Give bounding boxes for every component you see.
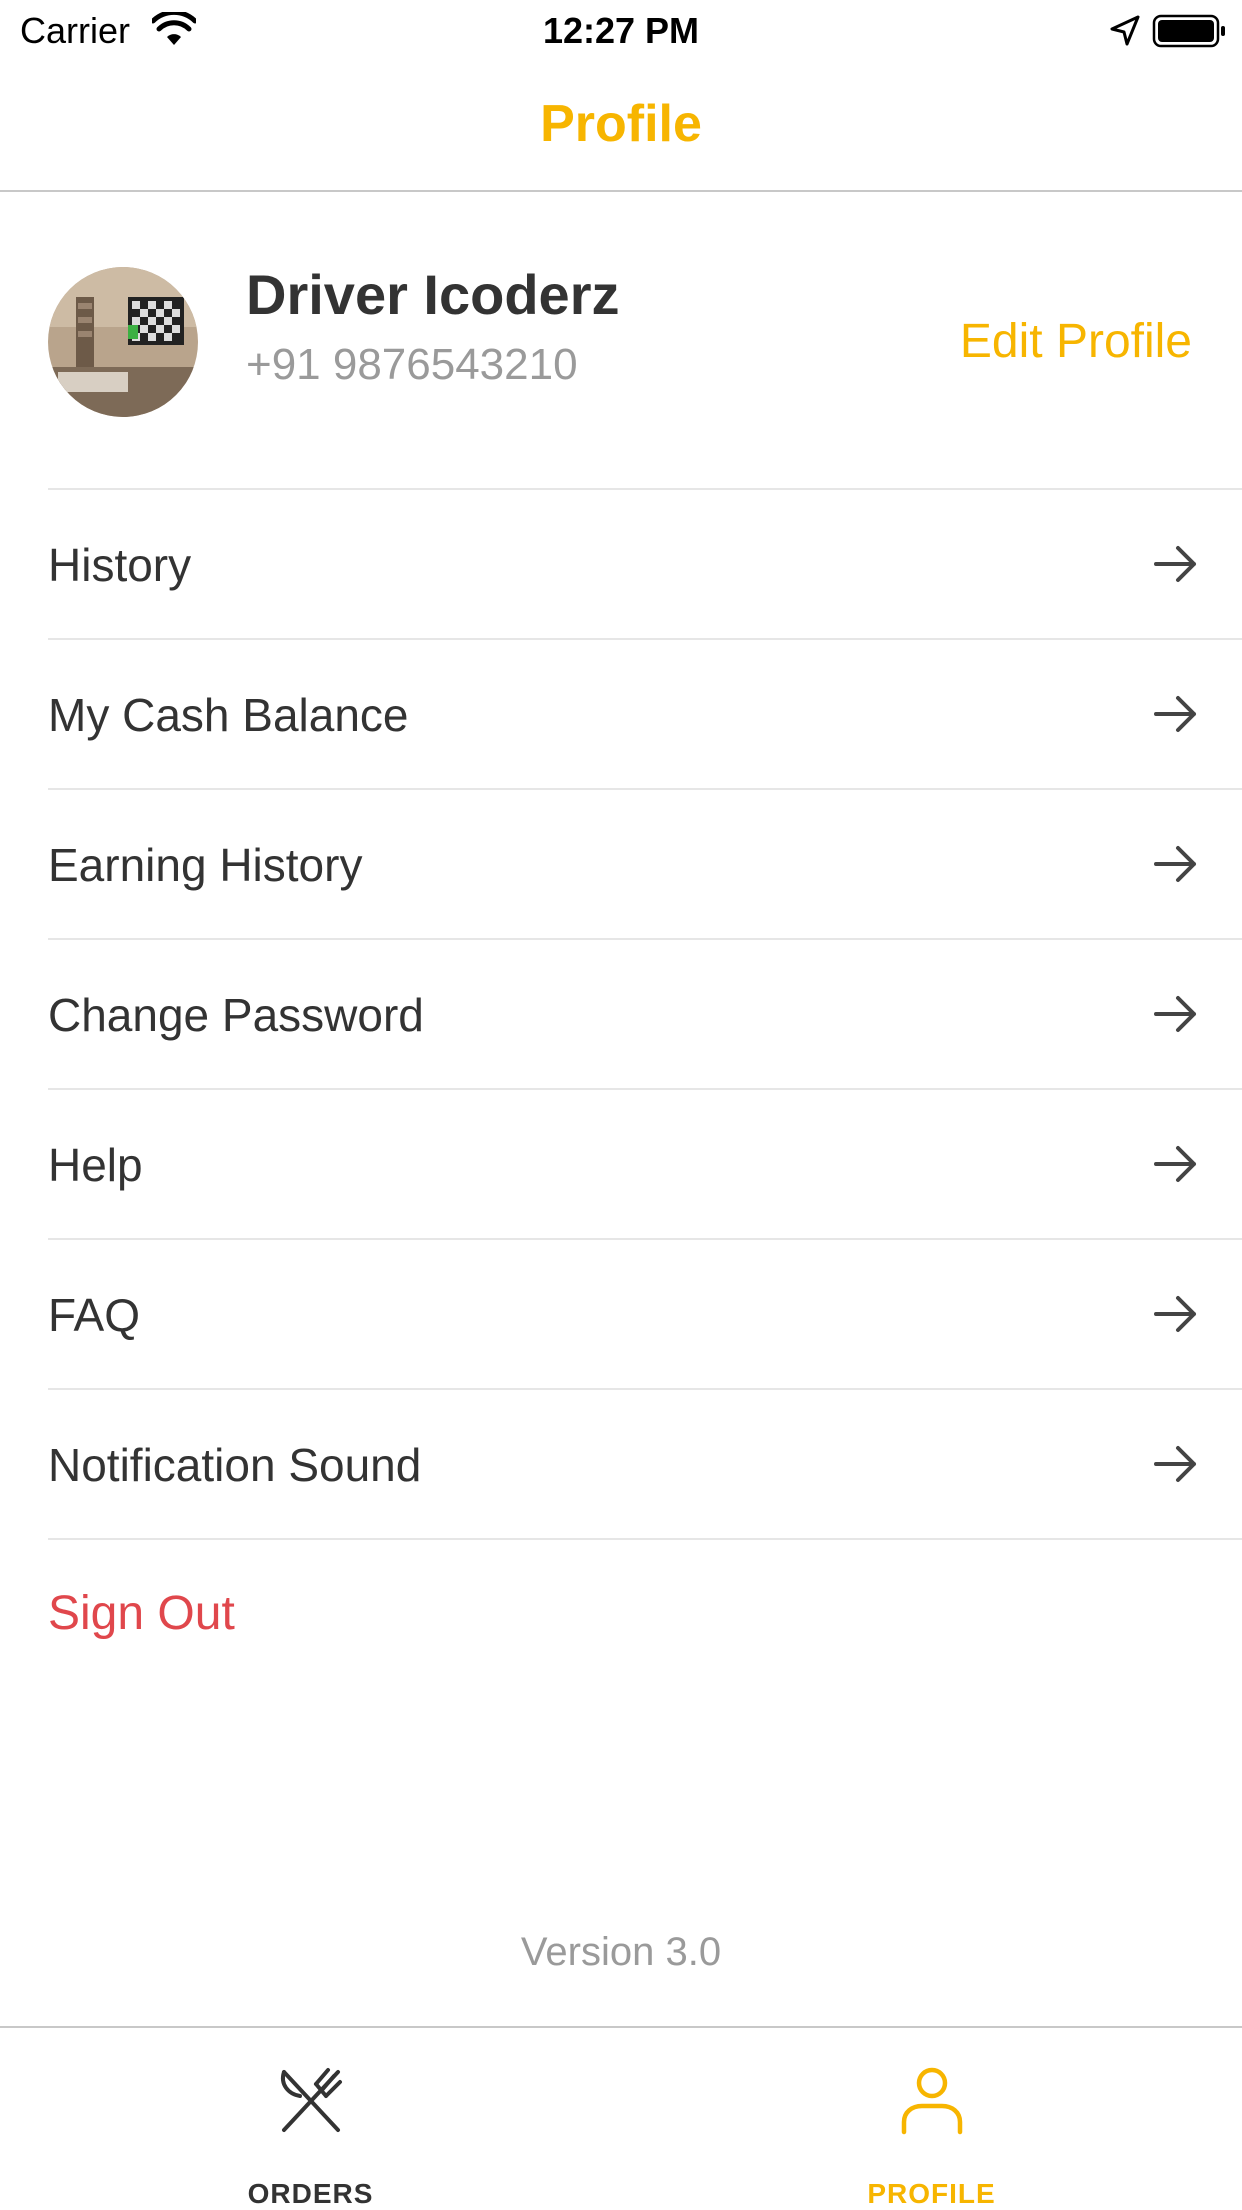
- battery-icon: [1152, 14, 1225, 48]
- arrow-right-icon: [1154, 1146, 1196, 1182]
- arrow-right-icon: [1154, 1446, 1196, 1482]
- arrow-right-icon: [1154, 696, 1196, 732]
- menu-item-help[interactable]: Help: [48, 1088, 1242, 1238]
- tab-label: PROFILE: [867, 2178, 996, 2209]
- tab-label: ORDERS: [247, 2178, 374, 2209]
- menu-item-history[interactable]: History: [48, 488, 1242, 638]
- tab-orders[interactable]: ORDERS: [0, 2028, 621, 2210]
- user-icon: [901, 2067, 962, 2135]
- version-label: Version 3.0: [520, 1930, 722, 1974]
- menu-divider: [48, 1538, 1242, 1540]
- profile-name: Driver Icoderz: [246, 263, 620, 326]
- arrow-right-icon: [1154, 1296, 1196, 1332]
- profile-phone: +91 9876543210: [246, 340, 578, 389]
- menu-item-label: Notification Sound: [48, 1439, 422, 1491]
- menu-item-label: My Cash Balance: [48, 689, 409, 741]
- menu-item-label: Help: [48, 1139, 143, 1191]
- page-title: Profile: [540, 95, 702, 153]
- navigation-bar: Profile: [0, 62, 1242, 192]
- sign-out-button[interactable]: Sign Out: [48, 1586, 235, 1641]
- location-arrow-icon: [1110, 15, 1140, 46]
- arrow-right-icon: [1154, 846, 1196, 882]
- edit-profile-button[interactable]: Edit Profile: [960, 314, 1192, 369]
- menu-item-label: History: [48, 539, 192, 591]
- profile-header: Driver Icoderz +91 9876543210 Edit Profi…: [0, 192, 1242, 490]
- menu-item-change-password[interactable]: Change Password: [48, 938, 1242, 1088]
- tab-profile[interactable]: PROFILE: [621, 2028, 1242, 2210]
- menu-item-label: FAQ: [48, 1289, 141, 1341]
- status-time: 12:27 PM: [542, 10, 700, 51]
- menu-item-notification-sound[interactable]: Notification Sound: [48, 1388, 1242, 1538]
- menu-item-cash-balance[interactable]: My Cash Balance: [48, 638, 1242, 788]
- tab-bar: ORDERS PROFILE: [0, 2026, 1242, 2210]
- menu-item-earning-history[interactable]: Earning History: [48, 788, 1242, 938]
- menu-item-label: Change Password: [48, 989, 424, 1041]
- status-bar: Carrier 12:27 PM: [0, 0, 1242, 62]
- profile-menu: History My Cash Balance Earning History …: [0, 488, 1242, 1540]
- fork-knife-icon: [280, 2068, 342, 2132]
- arrow-right-icon: [1154, 546, 1196, 582]
- menu-item-label: Earning History: [48, 839, 363, 891]
- arrow-right-icon: [1154, 996, 1196, 1032]
- avatar[interactable]: [48, 267, 198, 417]
- menu-item-faq[interactable]: FAQ: [48, 1238, 1242, 1388]
